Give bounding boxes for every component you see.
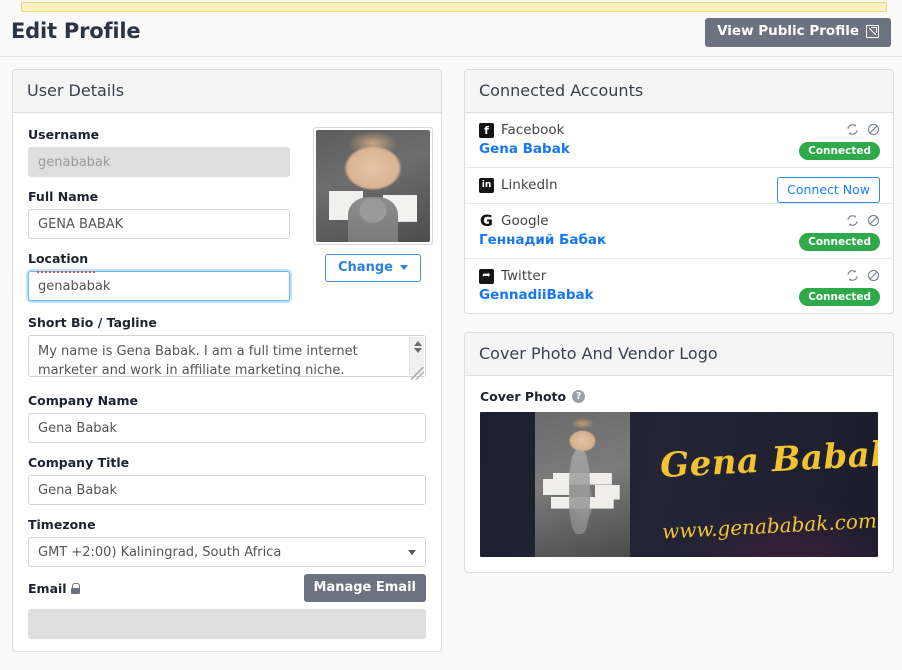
refresh-icon[interactable] (846, 269, 859, 282)
page-container: Edit Profile View Public Profile User De… (0, 12, 902, 670)
company-name-label: Company Name (28, 393, 138, 408)
cover-photo-image[interactable]: Gena Babak www.genababak.com (480, 412, 878, 557)
account-actions-twitter (846, 269, 880, 282)
connect-now-button-linkedin[interactable]: Connect Now (777, 177, 880, 203)
user-details-panel-title: User Details (13, 70, 441, 113)
status-badge-twitter: Connected (799, 288, 880, 307)
change-avatar-label: Change (338, 260, 393, 275)
timezone-select-wrap (28, 537, 426, 567)
account-provider-twitter: ➦ Twitter (479, 268, 879, 284)
cover-photo-panel-title: Cover Photo And Vendor Logo (465, 333, 893, 376)
account-row-google: G Google Геннадий Бабак Connected (465, 204, 893, 259)
help-icon[interactable]: ? (572, 390, 586, 403)
full-name-input[interactable] (28, 209, 290, 239)
external-link-icon (866, 25, 879, 39)
location-field-group: Location (28, 251, 290, 301)
alert-banner (21, 2, 887, 12)
user-details-panel: User Details Username Full Name (12, 69, 442, 652)
account-provider-label: Twitter (501, 268, 547, 284)
view-public-profile-button[interactable]: View Public Profile (705, 18, 891, 47)
page-header: Edit Profile View Public Profile (0, 12, 902, 57)
full-name-field-group: Full Name (28, 189, 290, 239)
short-bio-textarea[interactable] (28, 335, 426, 377)
chevron-down-icon (399, 265, 408, 270)
refresh-icon[interactable] (846, 214, 859, 227)
timezone-field-group: Timezone (28, 517, 426, 567)
textarea-resize-handle[interactable] (411, 367, 424, 380)
status-badge-facebook: Connected (799, 142, 880, 161)
account-row-facebook: f Facebook Gena Babak Connected (465, 113, 893, 168)
google-icon: G (479, 211, 494, 230)
user-details-body: Username Full Name Location (13, 113, 441, 651)
connected-accounts-panel-title: Connected Accounts (465, 70, 893, 113)
account-actions-google (846, 214, 880, 227)
ban-icon[interactable] (867, 269, 880, 282)
user-top-row: Username Full Name Location (28, 127, 433, 313)
company-title-field-group: Company Title (28, 455, 426, 505)
columns: User Details Username Full Name (0, 57, 902, 670)
user-primary-fields: Username Full Name Location (28, 127, 290, 313)
username-label: Username (28, 127, 100, 142)
manage-email-button[interactable]: Manage Email (303, 574, 426, 602)
username-field-group: Username (28, 127, 290, 177)
timezone-label: Timezone (28, 517, 96, 532)
cover-photo-label-row: Cover Photo ? (480, 389, 878, 404)
account-row-linkedin: in LinkedIn Connect Now (465, 168, 893, 204)
avatar-image (316, 130, 430, 242)
full-name-label: Full Name (28, 189, 99, 204)
cover-photo-portrait (535, 412, 630, 557)
company-title-input[interactable] (28, 475, 426, 505)
company-name-input[interactable] (28, 413, 426, 443)
linkedin-icon: in (479, 177, 494, 193)
right-column: Connected Accounts f Facebook Gena Babak (464, 69, 894, 670)
location-label: Location (28, 251, 89, 266)
cover-photo-label: Cover Photo (480, 389, 567, 404)
connected-accounts-panel: Connected Accounts f Facebook Gena Babak (464, 69, 894, 314)
status-badge-google: Connected (799, 233, 880, 252)
twitter-icon: ➦ (479, 268, 494, 284)
ban-icon[interactable] (867, 123, 880, 136)
account-row-twitter: ➦ Twitter GennadiiBabak Connected (465, 259, 893, 313)
change-avatar-button[interactable]: Change (325, 254, 421, 282)
account-provider-label: LinkedIn (501, 177, 558, 193)
account-provider-google: G Google (479, 211, 879, 230)
ban-icon[interactable] (867, 214, 880, 227)
account-provider-label: Google (501, 213, 549, 229)
cover-photo-name-text: Gena Babak (659, 433, 878, 487)
company-name-field-group: Company Name (28, 393, 426, 443)
avatar[interactable] (313, 127, 433, 245)
page-title: Edit Profile (11, 19, 141, 43)
cover-photo-body: Cover Photo ? Gena Babak www.genababak.c… (465, 376, 893, 572)
short-bio-label: Short Bio / Tagline (28, 315, 157, 330)
avatar-block: Change (313, 127, 433, 313)
refresh-icon[interactable] (846, 123, 859, 136)
account-provider-facebook: f Facebook (479, 122, 879, 138)
left-column: User Details Username Full Name (12, 69, 442, 670)
username-input (28, 147, 290, 177)
company-title-label: Company Title (28, 455, 130, 470)
timezone-select[interactable] (28, 537, 426, 567)
account-actions-facebook (846, 123, 880, 136)
scroll-up-icon[interactable] (413, 341, 422, 346)
scroll-down-icon[interactable] (413, 348, 422, 353)
cover-photo-url-text: www.genababak.com (661, 508, 878, 544)
facebook-icon: f (479, 122, 494, 138)
view-public-profile-label: View Public Profile (717, 23, 859, 39)
short-bio-field-group: Short Bio / Tagline (28, 315, 426, 381)
location-input[interactable] (28, 271, 290, 301)
short-bio-wrap (28, 335, 426, 381)
cover-photo-panel: Cover Photo And Vendor Logo Cover Photo … (464, 332, 894, 573)
spellcheck-underline (37, 270, 95, 273)
account-provider-label: Facebook (501, 122, 565, 138)
